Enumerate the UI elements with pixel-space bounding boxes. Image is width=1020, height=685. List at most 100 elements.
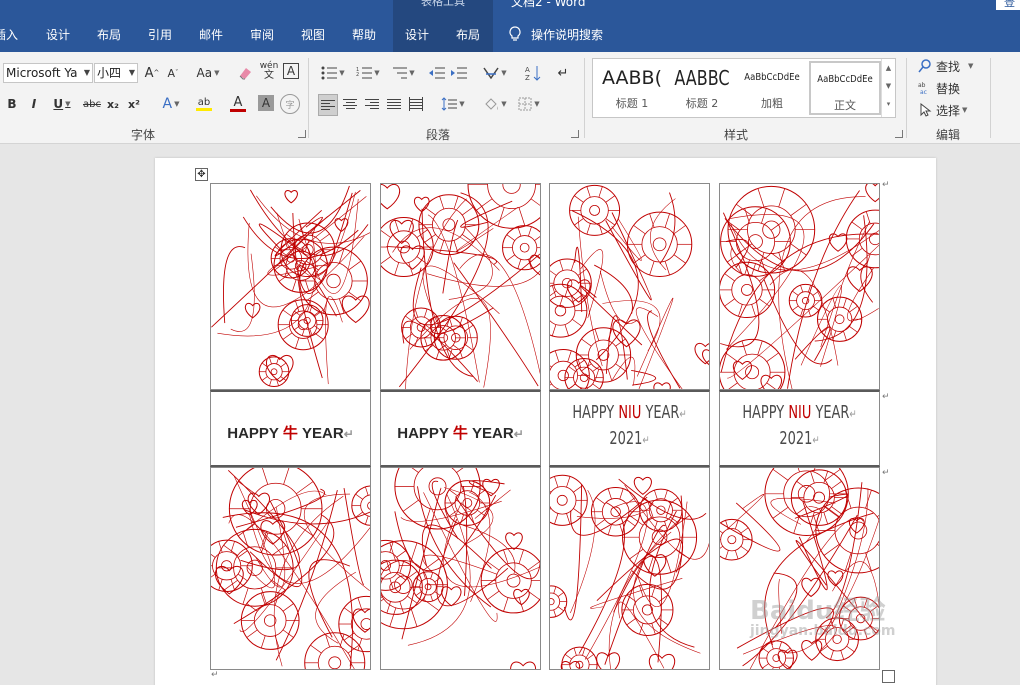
style-name: 正文 — [834, 99, 856, 112]
table-move-handle[interactable]: ✥ — [195, 168, 208, 181]
login-button[interactable]: 登 — [996, 0, 1020, 10]
paragraph-dialog-launcher[interactable] — [571, 130, 579, 138]
svg-text:ab: ab — [918, 82, 926, 89]
doodle-pattern-image — [381, 468, 540, 669]
chinese-layout-button[interactable]: ▼ — [480, 63, 510, 83]
card-greeting-cell[interactable]: HAPPY 牛 YEAR↵ — [380, 390, 541, 467]
tab-review[interactable]: 审阅 — [250, 12, 274, 52]
card-greeting-cell[interactable]: HAPPY 牛 YEAR↵ — [210, 390, 371, 467]
tab-design[interactable]: 设计 — [46, 12, 70, 52]
card-image-cell[interactable] — [210, 467, 371, 670]
outdent-icon — [429, 67, 445, 79]
align-right-button[interactable] — [363, 94, 381, 114]
superscript-button[interactable]: x² — [126, 94, 142, 114]
borders-button[interactable]: ▼ — [514, 94, 544, 114]
tab-table-layout[interactable]: 布局 — [456, 12, 480, 52]
phonetic-guide-button[interactable]: wén 文 — [258, 61, 280, 81]
multilevel-list-button[interactable]: ▼ — [388, 63, 418, 83]
greeting-post: YEAR — [467, 425, 514, 442]
document-title: 文档2 - Word — [511, 0, 586, 9]
watermark-sub: jingyan.baidu.com — [750, 623, 896, 639]
numbered-list-icon: 12 — [356, 67, 373, 79]
distributed-button[interactable] — [407, 94, 425, 114]
svg-text:ac: ac — [920, 89, 927, 95]
styles-dialog-launcher[interactable] — [895, 130, 903, 138]
tab-insert[interactable]: 插入 — [0, 12, 18, 52]
styles-scroll[interactable]: ▲ ▼ ▾ — [881, 59, 895, 117]
char-border-button[interactable]: A — [283, 63, 299, 79]
chinese-layout-icon — [483, 67, 499, 80]
tab-mailings[interactable]: 邮件 — [199, 12, 223, 52]
select-button[interactable]: 选择 ▼ — [918, 100, 980, 120]
editing-group-label: 编辑 — [936, 128, 961, 142]
enclose-char-label: 字 — [285, 100, 295, 111]
char-shading-button[interactable]: A — [258, 95, 274, 111]
card-image-cell[interactable] — [210, 183, 371, 390]
align-left-icon — [321, 98, 335, 112]
card-image-cell[interactable] — [549, 183, 710, 390]
tab-help[interactable]: 帮助 — [352, 12, 376, 52]
tab-references[interactable]: 引用 — [148, 12, 172, 52]
styles-gallery: AABB( 标题 1 AABBC 标题 2 AaBbCcDdEe 加粗 AaBb… — [592, 58, 896, 118]
card-image-cell[interactable] — [380, 183, 541, 390]
card-image-cell[interactable] — [380, 467, 541, 670]
bullets-button[interactable]: ▼ — [318, 63, 348, 83]
tab-view[interactable]: 视图 — [301, 12, 325, 52]
subscript-button[interactable]: x₂ — [105, 94, 121, 114]
card-image-cell[interactable] — [719, 183, 880, 390]
text-effects-button[interactable]: A ▼ — [157, 94, 185, 114]
align-center-button[interactable] — [341, 94, 359, 114]
pilcrow-icon: ↵ — [557, 65, 569, 81]
increase-indent-button[interactable] — [450, 63, 468, 83]
decrease-indent-button[interactable] — [428, 63, 446, 83]
strikethrough-button[interactable]: abc — [81, 94, 103, 114]
enclose-char-button[interactable]: 字 — [280, 94, 300, 114]
underline-button[interactable]: U ▼ — [48, 94, 76, 114]
justify-button[interactable] — [385, 94, 403, 114]
style-normal[interactable]: AaBbCcDdEe 正文 — [809, 61, 881, 115]
align-left-button[interactable] — [318, 94, 338, 116]
replace-button[interactable]: ab ac 替换 — [918, 78, 980, 98]
italic-button[interactable]: I — [25, 94, 43, 114]
style-heading-1[interactable]: AABB( 标题 1 — [596, 61, 668, 115]
font-family-combo[interactable]: Microsoft Ya ▼ — [3, 63, 93, 83]
card-greeting-cell[interactable]: HAPPY NIU YEAR↵ 2021↵ — [549, 390, 710, 467]
highlight-button[interactable]: ab — [190, 94, 218, 114]
table-tools-tabs: 设计 布局 — [393, 12, 493, 52]
paint-bucket-icon — [485, 98, 499, 110]
style-heading-2[interactable]: AABBC 标题 2 — [666, 61, 738, 115]
change-case-button[interactable]: Aa ▼ — [193, 63, 223, 83]
select-label: 选择 — [936, 103, 961, 118]
find-label: 查找 — [936, 59, 961, 74]
card-greeting-cell[interactable]: HAPPY NIU YEAR↵ 2021↵ — [719, 390, 880, 467]
tab-layout[interactable]: 布局 — [97, 12, 121, 52]
show-marks-button[interactable]: ↵ — [555, 63, 571, 83]
bold-button[interactable]: B — [3, 94, 21, 114]
style-sample: AaBbCcDdEe — [817, 74, 873, 85]
grow-font-button[interactable]: A ^ — [143, 63, 161, 83]
ribbon-separator — [906, 58, 907, 138]
shrink-font-button[interactable]: Aˇ — [164, 63, 182, 83]
sort-button[interactable]: AZ — [523, 63, 543, 83]
clear-format-button[interactable] — [236, 63, 254, 83]
font-dialog-launcher[interactable] — [298, 130, 306, 138]
find-button[interactable]: 查找 ▼ — [918, 56, 980, 76]
card-image-cell[interactable] — [549, 467, 710, 670]
table-resize-handle[interactable] — [882, 670, 895, 683]
char-shading-label: A — [261, 96, 271, 110]
tell-me-search[interactable]: 操作说明搜索 — [508, 12, 603, 52]
style-strong[interactable]: AaBbCcDdEe 加粗 — [736, 61, 808, 115]
style-name: 标题 1 — [615, 97, 649, 110]
card-image-cell[interactable] — [719, 467, 880, 670]
shading-button[interactable]: ▼ — [480, 94, 510, 114]
line-spacing-button[interactable]: ▼ — [438, 94, 468, 114]
styles-group-label: 样式 — [724, 128, 749, 142]
bold-label: B — [7, 97, 17, 111]
chevron-down-icon: ▼ — [83, 68, 90, 77]
paragraph-group-label: 段落 — [426, 128, 451, 142]
paragraph-mark: ↵ — [211, 670, 219, 680]
tab-table-design[interactable]: 设计 — [405, 12, 429, 52]
font-size-combo[interactable]: 小四 ▼ — [94, 63, 138, 83]
font-color-button[interactable]: A — [224, 94, 252, 114]
numbering-button[interactable]: 1 2 ▼ — [353, 63, 383, 83]
